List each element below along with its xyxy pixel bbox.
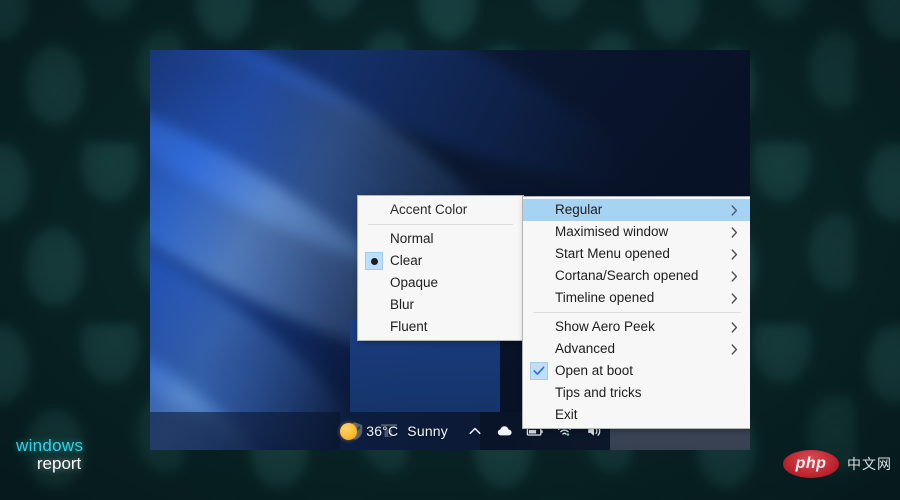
menu-item-regular[interactable]: Regular bbox=[523, 199, 750, 221]
menu-separator bbox=[368, 224, 513, 225]
sun-icon bbox=[340, 423, 357, 440]
translucenttb-context-menu[interactable]: Regular Maximised window Start bbox=[522, 196, 750, 429]
watermark-line-2: report bbox=[16, 455, 83, 472]
menu-item-label: Open at boot bbox=[555, 364, 727, 378]
onedrive-cloud-icon[interactable] bbox=[490, 412, 520, 450]
chevron-right-icon bbox=[727, 205, 741, 216]
menu-item-label: Start Menu opened bbox=[555, 247, 727, 261]
menu-gutter bbox=[358, 252, 390, 270]
accent-menu-item-opaque[interactable]: Opaque bbox=[358, 272, 523, 294]
php-cn-watermark: php 中文网 bbox=[783, 450, 892, 478]
radio-dot-icon bbox=[371, 258, 378, 265]
accent-menu-item-clear[interactable]: Clear bbox=[358, 250, 523, 272]
radio-selected-icon bbox=[365, 252, 383, 270]
chevron-right-icon bbox=[727, 271, 741, 282]
menu-item-label: Tips and tricks bbox=[555, 386, 727, 400]
menu-gutter bbox=[523, 362, 555, 380]
weather-condition: Sunny bbox=[407, 423, 448, 439]
chevron-up-icon[interactable] bbox=[460, 412, 490, 450]
accent-menu-item-fluent[interactable]: Fluent bbox=[358, 316, 523, 338]
watermark-line-1: windows bbox=[16, 437, 83, 454]
menu-item-tips-and-tricks[interactable]: Tips and tricks bbox=[523, 382, 750, 404]
accent-menu-item-label: Normal bbox=[390, 232, 513, 246]
weather-temperature: 36°C bbox=[366, 423, 398, 439]
menu-item-label: Regular bbox=[555, 203, 727, 217]
accent-menu-item-blur[interactable]: Blur bbox=[358, 294, 523, 316]
menu-item-advanced[interactable]: Advanced bbox=[523, 338, 750, 360]
menu-item-open-at-boot[interactable]: Open at boot bbox=[523, 360, 750, 382]
php-logo-icon: php bbox=[783, 450, 839, 478]
chevron-right-icon bbox=[727, 227, 741, 238]
menu-item-show-aero-peek[interactable]: Show Aero Peek bbox=[523, 316, 750, 338]
menu-item-label: Maximised window bbox=[555, 225, 727, 239]
windows-desktop-capture: B 36°C Sunny bbox=[150, 50, 750, 450]
accent-color-menu-header: Accent Color bbox=[358, 198, 523, 221]
menu-item-maximised-window[interactable]: Maximised window bbox=[523, 221, 750, 243]
accent-color-header-label: Accent Color bbox=[390, 203, 513, 217]
windows-report-watermark: windows report bbox=[16, 437, 83, 472]
chevron-right-icon bbox=[727, 344, 741, 355]
php-cn-label: 中文网 bbox=[847, 454, 892, 474]
accent-menu-item-label: Opaque bbox=[390, 276, 513, 290]
accent-menu-item-normal[interactable]: Normal bbox=[358, 228, 523, 250]
menu-item-cortana-search-opened[interactable]: Cortana/Search opened bbox=[523, 265, 750, 287]
menu-item-start-menu-opened[interactable]: Start Menu opened bbox=[523, 243, 750, 265]
chevron-right-icon bbox=[727, 293, 741, 304]
accent-color-menu[interactable]: Accent Color Normal Clear Opaque bbox=[357, 195, 524, 341]
accent-menu-item-label: Fluent bbox=[390, 320, 513, 334]
screenshot-backdrop: B 36°C Sunny bbox=[0, 0, 900, 500]
accent-menu-item-label: Blur bbox=[390, 298, 513, 312]
accent-menu-item-label: Clear bbox=[390, 254, 513, 268]
menu-item-label: Advanced bbox=[555, 342, 727, 356]
menu-item-exit[interactable]: Exit bbox=[523, 404, 750, 426]
menu-item-timeline-opened[interactable]: Timeline opened bbox=[523, 287, 750, 309]
checkmark-icon bbox=[530, 362, 548, 380]
menu-item-label: Timeline opened bbox=[555, 291, 727, 305]
taskbar-weather-widget[interactable]: 36°C Sunny bbox=[334, 412, 460, 450]
menu-item-label: Exit bbox=[555, 408, 727, 422]
menu-item-label: Show Aero Peek bbox=[555, 320, 727, 334]
chevron-right-icon bbox=[727, 322, 741, 333]
chevron-right-icon bbox=[727, 249, 741, 260]
menu-separator bbox=[533, 312, 741, 313]
menu-item-label: Cortana/Search opened bbox=[555, 269, 727, 283]
